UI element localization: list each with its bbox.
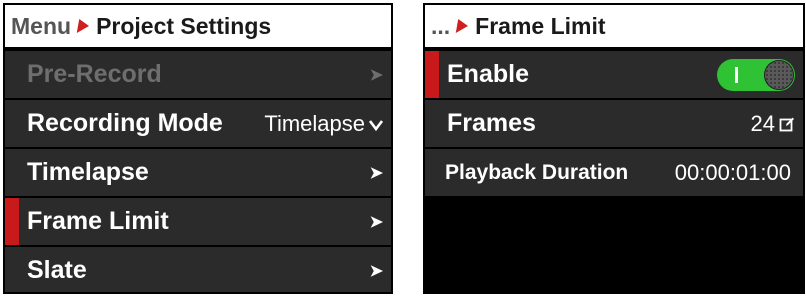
setting-frames[interactable]: Frames 24 <box>425 100 803 147</box>
menu-item-pre-record[interactable]: Pre-Record ➤ <box>5 51 391 98</box>
page-title: Frame Limit <box>475 12 606 39</box>
breadcrumb-back-link[interactable]: ... <box>431 13 450 40</box>
enable-toggle[interactable] <box>717 58 795 91</box>
menu-item-label: Pre-Record <box>27 60 162 88</box>
setting-playback-duration: Playback Duration 00:00:01:00 <box>425 149 803 196</box>
setting-label: Playback Duration <box>445 160 629 184</box>
breadcrumb-menu-link[interactable]: Menu <box>11 13 71 40</box>
breadcrumb: Menu Project Settings <box>5 5 391 49</box>
selection-indicator <box>425 51 439 98</box>
toggle-on-indicator <box>735 66 738 83</box>
breadcrumb-arrow-icon <box>455 19 470 33</box>
chevron-down-icon <box>368 111 384 137</box>
chevron-right-icon: ➤ <box>369 164 383 182</box>
recording-mode-value: Timelapse <box>264 110 365 136</box>
menu-item-label: Slate <box>27 256 87 284</box>
setting-enable[interactable]: Enable <box>425 51 803 98</box>
menu-item-timelapse[interactable]: Timelapse ➤ <box>5 149 391 196</box>
chevron-right-icon: ➤ <box>369 262 383 280</box>
toggle-knob <box>764 59 794 90</box>
menu-item-frame-limit[interactable]: Frame Limit ➤ <box>5 198 391 245</box>
edit-icon[interactable] <box>779 116 795 132</box>
menu-item-label: Recording Mode <box>27 109 223 137</box>
setting-label: Enable <box>447 60 529 88</box>
setting-label: Frames <box>447 109 536 137</box>
project-settings-panel: Menu Project Settings Pre-Record ➤ Recor… <box>3 3 393 294</box>
menu-item-label: Frame Limit <box>27 207 169 235</box>
menu-item-recording-mode[interactable]: Recording Mode Timelapse <box>5 100 391 147</box>
frame-limit-panel: ... Frame Limit Enable Frames 24 Playbac… <box>423 3 805 294</box>
menu-item-label: Timelapse <box>27 158 149 186</box>
playback-duration-value: 00:00:01:00 <box>674 159 791 185</box>
chevron-right-icon: ➤ <box>369 213 383 231</box>
breadcrumb-arrow-icon <box>76 19 91 33</box>
menu-item-slate[interactable]: Slate ➤ <box>5 247 391 292</box>
selection-indicator <box>5 198 19 245</box>
chevron-right-icon: ➤ <box>369 66 383 84</box>
breadcrumb: ... Frame Limit <box>425 5 803 49</box>
frames-value: 24 <box>750 110 775 136</box>
page-title: Project Settings <box>96 12 272 39</box>
